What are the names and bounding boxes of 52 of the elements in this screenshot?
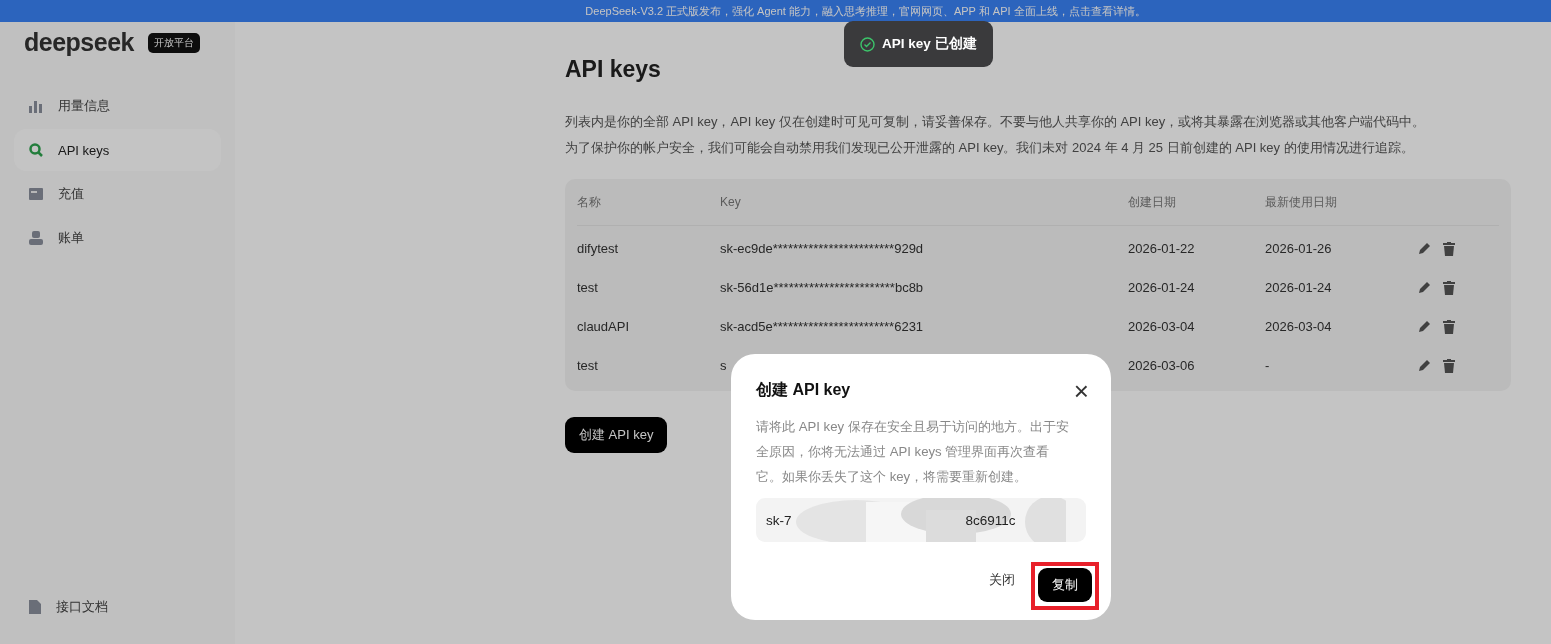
person-icon xyxy=(28,230,44,246)
sidebar-item[interactable]: 接口文档 xyxy=(14,586,221,628)
description-text: 为了保护你的帐户安全，我们可能会自动禁用我们发现已公开泄露的 API key。我们未对 2024 年 4 月 25 日前创建的 API key 的使用情况进行追踪。 xyxy=(565,139,1415,157)
key-field[interactable]: sk-7 8c6911c xyxy=(756,498,1086,542)
page-title: API keys xyxy=(565,56,662,83)
table-cell: difytest xyxy=(577,241,619,256)
pencil-icon[interactable] xyxy=(1417,358,1431,373)
check-circle-icon xyxy=(860,36,875,52)
table-cell: sk-acd5e************************6231 xyxy=(720,319,924,334)
sidebar-item[interactable]: API keys xyxy=(14,129,221,171)
close-text-button[interactable]: 关闭 xyxy=(989,571,1015,589)
column-header: 名称 xyxy=(577,193,601,211)
table-cell: 2026-01-24 xyxy=(1265,280,1332,295)
table-cell: 2026-03-06 xyxy=(1128,358,1195,373)
table-cell: 2026-01-22 xyxy=(1128,241,1195,256)
column-header: Key xyxy=(720,195,741,209)
pencil-icon[interactable] xyxy=(1417,280,1431,295)
table-cell: claudAPI xyxy=(577,319,630,334)
platform-badge: 开放平台 xyxy=(147,32,200,53)
table-cell: 2026-01-26 xyxy=(1265,241,1332,256)
table-cell: sk-ec9de************************929d xyxy=(720,241,924,256)
sidebar-item[interactable]: 用量信息 xyxy=(14,85,221,127)
document-icon xyxy=(28,599,42,615)
search-icon xyxy=(28,142,44,158)
pencil-icon[interactable] xyxy=(1417,319,1431,334)
table-cell: s xyxy=(720,358,727,373)
trash-icon[interactable] xyxy=(1443,319,1455,334)
table-cell: 2026-03-04 xyxy=(1128,319,1195,334)
announcement-banner[interactable]: DeepSeek-V3.2 正式版发布，强化 Agent 能力，融入思考推理，官网网页、APP 和 API 全面上线，点击查看详情。 xyxy=(0,0,1551,22)
table-cell: 2026-01-24 xyxy=(1128,280,1195,295)
table-cell: test xyxy=(577,358,598,373)
logo-text: deepseek xyxy=(24,28,134,57)
trash-icon[interactable] xyxy=(1443,241,1455,256)
card-icon xyxy=(28,187,44,201)
create-key-button[interactable]: 创建 API key xyxy=(565,417,668,453)
dialog-message: 请将此 API key 保存在安全且易于访问的地方。出于安全原因，你将无法通过 API keys 管理界面再次查看它。如果你丢失了这个 key，将需要重新创建。 xyxy=(756,418,1070,486)
dialog-title: 创建 API key xyxy=(756,380,851,400)
column-header: 创建日期 xyxy=(1128,193,1176,211)
copy-button[interactable]: 复制 xyxy=(1038,568,1092,602)
toast-text: API key 已创建 xyxy=(882,35,977,53)
column-header: 最新使用日期 xyxy=(1265,193,1337,211)
trash-icon[interactable] xyxy=(1443,358,1455,373)
table-cell: sk-56d1e************************bc8b xyxy=(720,280,924,295)
table-cell: 2026-03-04 xyxy=(1265,319,1332,334)
table-cell: test xyxy=(577,280,598,295)
sidebar-item[interactable]: 账单 xyxy=(14,217,221,259)
sidebar-item[interactable]: 充值 xyxy=(14,173,221,215)
bar-chart-icon xyxy=(28,98,44,114)
table-cell: - xyxy=(1265,358,1270,373)
description-text: 列表内是你的全部 API key，API key 仅在创建时可见可复制，请妥善保存。不要与他人共享你的 API key，或将其暴露在浏览器或其他客户端代码中。 xyxy=(565,113,1427,131)
pencil-icon[interactable] xyxy=(1417,241,1431,256)
trash-icon[interactable] xyxy=(1443,280,1455,295)
